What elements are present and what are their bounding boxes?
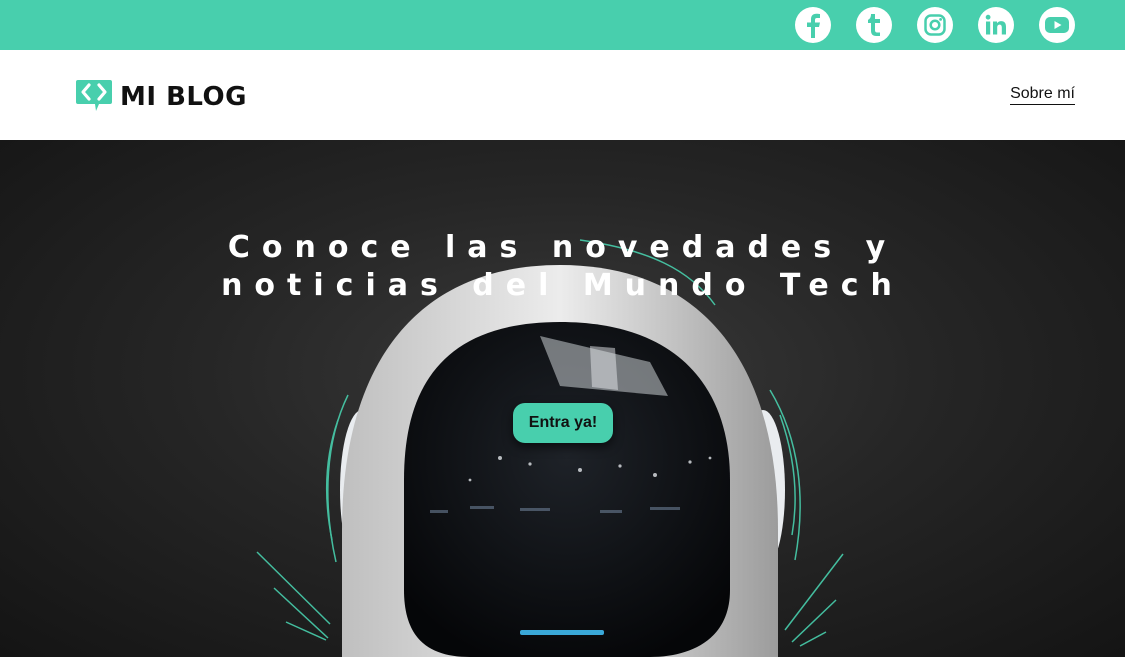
linkedin-icon[interactable]: [978, 7, 1014, 43]
site-header: MI BLOG Sobre mí: [0, 50, 1125, 140]
instagram-icon[interactable]: [917, 7, 953, 43]
logo-text: MI BLOG: [120, 82, 247, 112]
youtube-icon[interactable]: [1039, 7, 1075, 43]
hero-title: Conoce las novedades y noticias del Mund…: [221, 230, 904, 303]
tumblr-icon[interactable]: [856, 7, 892, 43]
social-bar: [0, 0, 1125, 50]
cta-button[interactable]: Entra ya!: [513, 403, 613, 443]
code-chat-icon: [75, 78, 113, 117]
nav-link-sobre-mi[interactable]: Sobre mí: [1010, 85, 1075, 105]
site-logo[interactable]: MI BLOG: [75, 78, 247, 117]
astronaut-helmet-image: [256, 239, 844, 657]
facebook-icon[interactable]: [795, 7, 831, 43]
hero-section: Conoce las novedades y noticias del Mund…: [0, 140, 1125, 657]
